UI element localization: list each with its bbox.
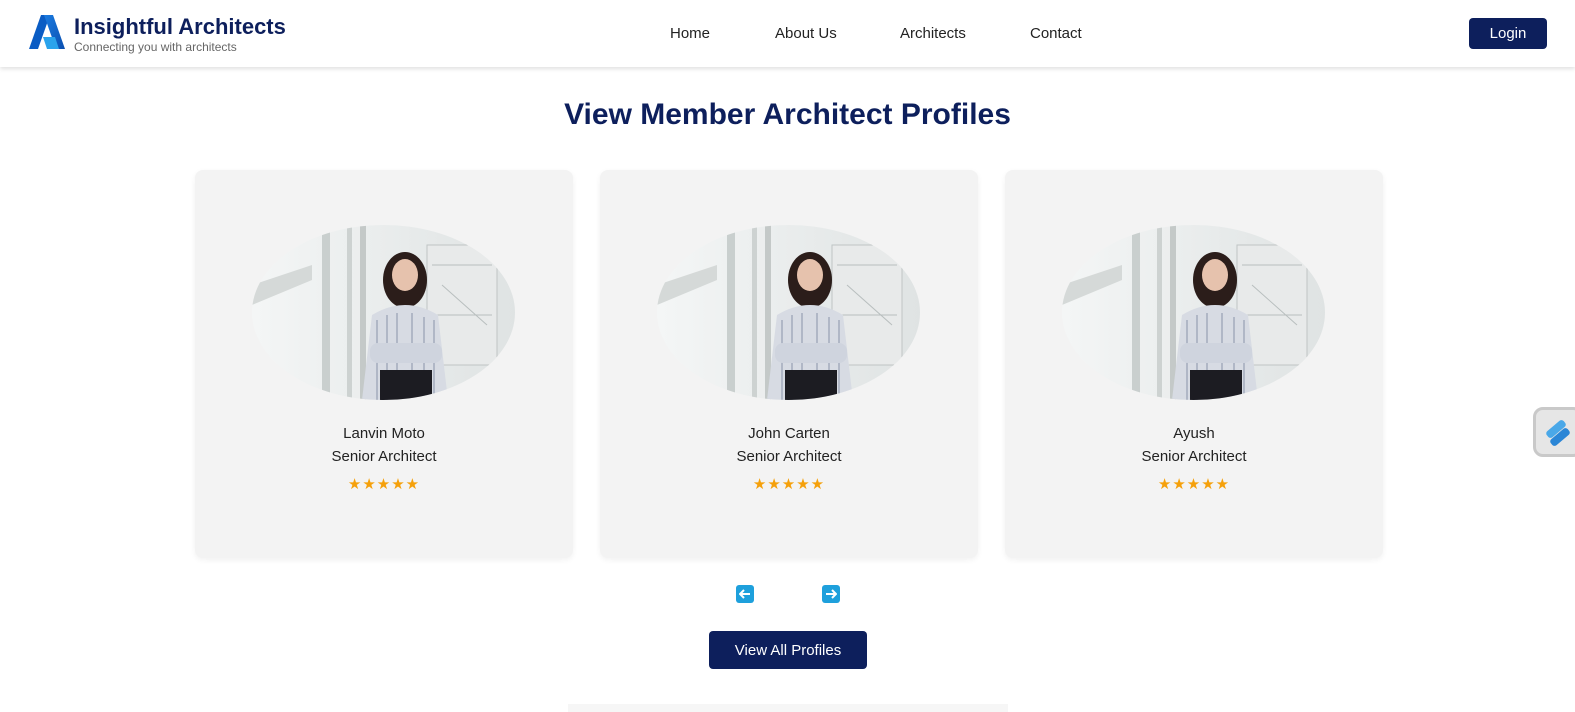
widget-logo-icon (1546, 420, 1570, 446)
profile-card[interactable]: Ayush Senior Architect ★★★★★ (1005, 170, 1383, 558)
nav-contact[interactable]: Contact (1030, 25, 1082, 42)
star-rating: ★★★★★ (1157, 476, 1231, 493)
carousel-prev-button[interactable] (736, 585, 754, 603)
site-header: Insightful Architects Connecting you wit… (0, 0, 1575, 67)
architect-name: Ayush (1173, 425, 1215, 442)
architect-photo (657, 225, 920, 400)
nav-architects[interactable]: Architects (900, 25, 966, 42)
view-all-profiles-button[interactable]: View All Profiles (709, 631, 867, 669)
profile-card[interactable]: Lanvin Moto Senior Architect ★★★★★ (195, 170, 573, 558)
architect-photo (252, 225, 515, 400)
profile-card[interactable]: John Carten Senior Architect ★★★★★ (600, 170, 978, 558)
architect-role: Senior Architect (331, 448, 437, 465)
nav-home[interactable]: Home (670, 25, 710, 42)
architect-name: Lanvin Moto (343, 425, 425, 442)
login-button[interactable]: Login (1469, 18, 1547, 49)
architect-role: Senior Architect (736, 448, 842, 465)
architect-name: John Carten (748, 425, 830, 442)
carousel-next-button[interactable] (822, 585, 840, 603)
brand-tagline: Connecting you with architects (74, 40, 237, 54)
arrow-left-icon (739, 589, 750, 599)
floating-widget-button[interactable] (1533, 407, 1575, 457)
architect-photo (1062, 225, 1325, 400)
arrow-right-icon (826, 589, 837, 599)
brand-name[interactable]: Insightful Architects (74, 14, 286, 40)
architect-a-logo-icon[interactable] (29, 15, 65, 49)
star-rating: ★★★★★ (752, 476, 826, 493)
architect-role: Senior Architect (1141, 448, 1247, 465)
footer-edge (568, 704, 1008, 712)
section-title: View Member Architect Profiles (564, 98, 1011, 131)
nav-about-us[interactable]: About Us (775, 25, 837, 42)
star-rating: ★★★★★ (347, 476, 421, 493)
